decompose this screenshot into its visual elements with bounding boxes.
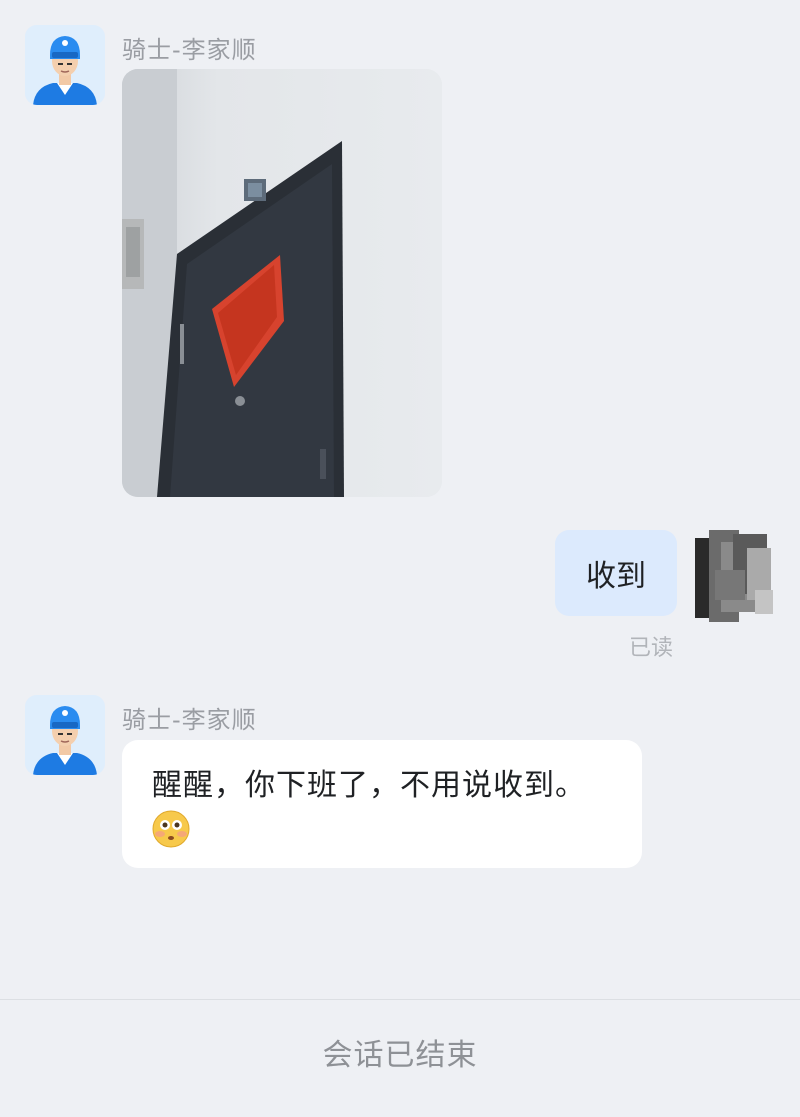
message-text: 醒醒，你下班了，不用说收到。 <box>152 768 586 803</box>
delivery-rider-avatar-icon <box>25 25 105 105</box>
session-ended-label: 会话已结束 <box>322 1038 478 1073</box>
photo-message[interactable] <box>122 69 442 497</box>
sender-name: 骑士-李家顺 <box>122 706 257 734</box>
footer-divider <box>0 999 800 1000</box>
sender-name: 骑士-李家顺 <box>122 36 257 64</box>
read-status: 已读 <box>629 636 674 661</box>
rider-avatar[interactable] <box>25 695 105 775</box>
rider-avatar[interactable] <box>25 25 105 105</box>
blurred-user-avatar-icon <box>695 530 779 622</box>
flushed-face-emoji-icon <box>152 810 190 848</box>
rider-message-bubble[interactable]: 醒醒，你下班了，不用说收到。 <box>122 740 642 868</box>
delivery-rider-avatar-icon <box>25 695 105 775</box>
door-photo-image <box>122 69 442 497</box>
my-message-bubble[interactable]: 收到 <box>555 530 677 616</box>
my-avatar[interactable] <box>695 530 779 622</box>
